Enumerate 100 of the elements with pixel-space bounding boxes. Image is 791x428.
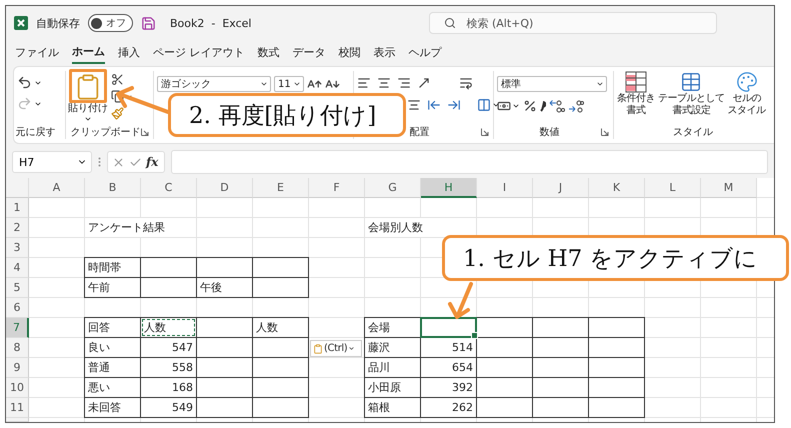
clipboard-icon <box>313 344 323 354</box>
table-cell[interactable]: 藤沢 <box>365 338 420 357</box>
style-button[interactable]: セルの スタイル <box>728 71 766 125</box>
font-size-field[interactable]: 11 <box>274 76 304 92</box>
column-header[interactable]: E <box>253 178 309 198</box>
search-icon <box>444 17 456 29</box>
table-cell[interactable]: 558 <box>141 358 196 377</box>
align-center-icon[interactable] <box>407 98 421 112</box>
row-header[interactable]: 7 <box>6 318 29 338</box>
fill-handle[interactable] <box>471 332 478 339</box>
menu-tab[interactable]: ページ レイアウト <box>153 42 244 62</box>
scissors-icon[interactable] <box>111 73 124 86</box>
table-cell[interactable]: 悪い <box>85 378 140 397</box>
table-cell[interactable]: 普通 <box>85 358 140 377</box>
undo-icon[interactable] <box>17 75 32 90</box>
align-bottom-icon[interactable] <box>397 76 411 90</box>
row-header[interactable]: 11 <box>6 398 29 418</box>
insert-function-button[interactable]: fx <box>146 155 158 169</box>
copy-icon[interactable] <box>111 90 124 103</box>
table-cell[interactable]: 168 <box>141 378 196 397</box>
active-cell[interactable] <box>420 317 477 338</box>
dialog-launcher-icon[interactable] <box>481 128 489 136</box>
column-header[interactable]: C <box>141 178 197 198</box>
table-cell[interactable]: 人数 <box>253 318 308 337</box>
menu-tab[interactable]: 挿入 <box>118 42 140 62</box>
paste-button[interactable]: 貼り付け <box>69 71 107 125</box>
row-header[interactable]: 3 <box>6 238 29 258</box>
column-header[interactable]: D <box>197 178 253 198</box>
window-title: Book2 - Excel <box>170 16 252 30</box>
font-name-field[interactable]: 游ゴシック <box>157 76 271 92</box>
merge-cells-icon[interactable] <box>477 98 491 112</box>
style-button[interactable]: テーブルとして 書式設定 <box>658 71 724 125</box>
app-logo-icon <box>14 16 28 30</box>
table-cell[interactable]: 未回答 <box>85 398 140 417</box>
name-box[interactable]: H7 <box>12 151 92 173</box>
row-header[interactable]: 4 <box>6 258 29 278</box>
table-cell[interactable]: 262 <box>421 398 476 417</box>
table-cell[interactable]: 392 <box>421 378 476 397</box>
table-cell[interactable]: 時間帯 <box>85 258 140 277</box>
column-header[interactable]: I <box>477 178 533 198</box>
row-header[interactable]: 5 <box>6 278 29 298</box>
table-cell[interactable]: 小田原 <box>365 378 420 397</box>
column-header[interactable]: J <box>533 178 589 198</box>
align-top-icon[interactable] <box>357 76 371 90</box>
menu-tab[interactable]: 表示 <box>374 42 396 62</box>
row-header[interactable]: 9 <box>6 358 29 378</box>
row-header[interactable]: 6 <box>6 298 29 318</box>
copied-cell[interactable]: 人数 <box>141 318 196 337</box>
table-cell[interactable]: 会場 <box>365 318 420 337</box>
table-cell[interactable]: 品川 <box>365 358 420 377</box>
column-header[interactable]: M <box>701 178 757 198</box>
table-cell[interactable]: 箱根 <box>365 398 420 417</box>
table-cell[interactable]: 午後 <box>197 278 252 297</box>
column-header[interactable]: A <box>29 178 85 198</box>
column-header[interactable]: G <box>365 178 421 198</box>
orientation-icon[interactable] <box>417 76 431 90</box>
column-header[interactable]: B <box>85 178 141 198</box>
percent-icon[interactable] <box>523 99 537 113</box>
increase-decimal-icon[interactable] <box>549 99 565 113</box>
increase-indent-icon[interactable] <box>447 98 461 112</box>
column-header[interactable]: F <box>309 178 365 198</box>
autosave-toggle[interactable]: オフ <box>88 14 133 32</box>
table-cell[interactable]: 良い <box>85 338 140 357</box>
dialog-launcher-icon[interactable] <box>141 128 149 136</box>
row-header[interactable]: 2 <box>6 218 29 238</box>
cancel-icon[interactable] <box>112 156 125 168</box>
number-format-field[interactable]: 標準 <box>497 76 607 92</box>
formula-field[interactable] <box>171 150 768 174</box>
search-field[interactable]: 検索 (Alt+Q) <box>429 12 718 34</box>
table-cell[interactable]: 午前 <box>85 278 140 297</box>
table-cell[interactable]: 654 <box>421 358 476 377</box>
menu-tab[interactable]: ホーム <box>72 40 105 64</box>
save-icon[interactable] <box>141 16 156 30</box>
decrease-indent-icon[interactable] <box>427 98 441 112</box>
menu-tab[interactable]: ヘルプ <box>408 42 442 62</box>
menu-tab[interactable]: ファイル <box>15 42 59 62</box>
row-header[interactable]: 1 <box>6 198 29 218</box>
row-header[interactable]: 10 <box>6 378 29 398</box>
column-header[interactable]: H <box>421 178 477 198</box>
menu-tab[interactable]: 数式 <box>258 42 280 62</box>
paste-options-button[interactable]: (Ctrl) <box>310 340 362 357</box>
paintbrush-icon[interactable] <box>111 107 124 120</box>
table-cell[interactable]: 549 <box>141 398 196 417</box>
table-cell[interactable]: 547 <box>141 338 196 357</box>
group-label: クリップボード <box>70 126 140 139</box>
table-cell[interactable]: 514 <box>421 338 476 357</box>
confirm-icon[interactable] <box>129 156 142 168</box>
menu-tab[interactable]: データ <box>292 42 326 62</box>
column-header[interactable]: L <box>645 178 701 198</box>
comma-icon[interactable] <box>540 100 546 112</box>
style-button[interactable]: 条件付き 書式 <box>617 71 655 125</box>
menu-tab[interactable]: 校閲 <box>338 42 360 62</box>
column-header[interactable]: K <box>589 178 645 198</box>
dialog-launcher-icon[interactable] <box>601 128 609 136</box>
row-header[interactable]: 8 <box>6 338 29 358</box>
decrease-decimal-icon[interactable] <box>568 99 584 113</box>
table-cell[interactable]: 回答 <box>85 318 140 337</box>
currency-icon[interactable] <box>497 99 511 113</box>
align-middle-icon[interactable] <box>377 76 391 90</box>
wrap-text-icon[interactable] <box>459 76 473 90</box>
